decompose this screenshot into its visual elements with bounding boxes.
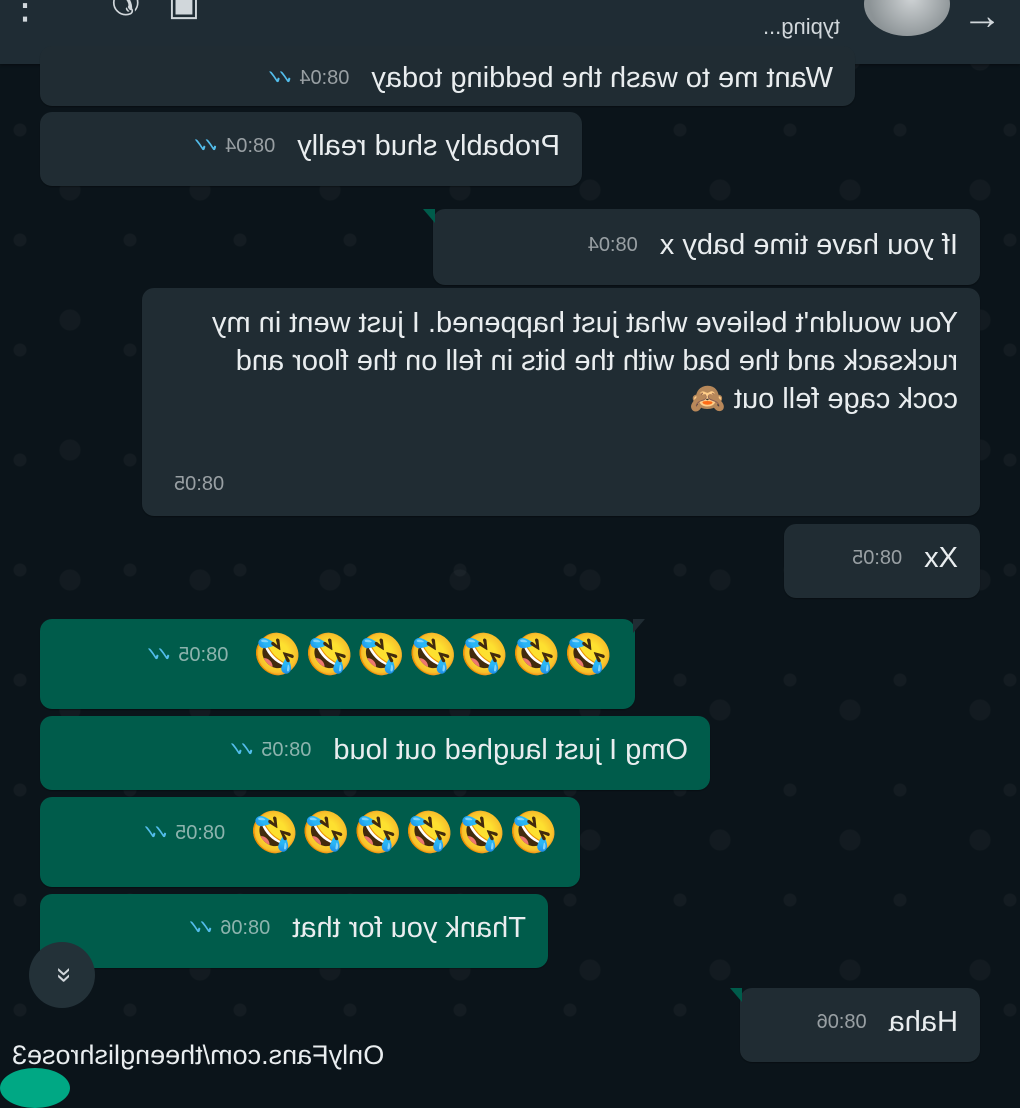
read-ticks-icon: ✓✓	[147, 822, 170, 844]
mirrored-chat-screen: ← typing... ▣ ✆ ⋮ Want me to wash the be…	[0, 0, 1020, 1108]
read-ticks-icon: ✓✓	[197, 135, 220, 157]
message-text: Xx	[924, 542, 958, 574]
double-chevron-down-icon: »	[46, 967, 78, 983]
message-bubble[interactable]: You wouldn't believe what just happened.…	[142, 288, 980, 516]
message-meta: 08:05✓✓	[147, 822, 226, 844]
message-bubble[interactable]: Want me to wash the bedding today 08:04✓…	[40, 46, 855, 106]
message-bubble[interactable]: Omg I just laughed out loud 08:05✓✓	[40, 716, 710, 790]
message-meta: 08:05	[852, 547, 903, 569]
message-bubble[interactable]: If you have time baby x 08:04	[433, 209, 980, 285]
watermark-text: OnlyFans.com/theenglishrose3	[12, 1040, 385, 1070]
message-meta: 08:04✓✓	[271, 67, 350, 89]
scroll-to-bottom-button[interactable]: »	[29, 942, 95, 1008]
read-ticks-icon: ✓✓	[233, 739, 256, 761]
contact-avatar[interactable]	[864, 0, 950, 36]
read-ticks-icon: ✓✓	[271, 67, 294, 89]
typing-status: typing...	[762, 14, 840, 39]
message-text: 🤣🤣🤣🤣🤣🤣🤣	[250, 633, 613, 677]
read-ticks-icon: ✓✓	[150, 644, 173, 666]
message-text: You wouldn't believe what just happened.…	[203, 307, 958, 415]
message-bubble[interactable]: 🤣🤣🤣🤣🤣🤣🤣 08:05✓✓	[40, 619, 635, 709]
read-ticks-icon: ✓✓	[192, 917, 215, 939]
message-text: If you have time baby x	[659, 229, 958, 261]
message-meta: 08:05✓✓	[233, 739, 312, 761]
message-bubble[interactable]: Xx 08:05	[784, 524, 980, 598]
message-text: Probably shud really	[297, 130, 560, 162]
message-text: Want me to wash the bedding today	[371, 62, 833, 94]
message-bubble[interactable]: Haha 08:06	[740, 988, 980, 1062]
message-text: Thank you for that	[292, 912, 526, 944]
back-arrow-icon[interactable]: ←	[962, 0, 1002, 39]
message-bubble[interactable]: Probably shud really 08:04✓✓	[40, 112, 582, 186]
voice-call-icon[interactable]: ✆	[112, 0, 141, 24]
message-meta: 08:05✓✓	[150, 644, 229, 666]
floating-action-button-edge[interactable]	[0, 1068, 70, 1108]
video-call-icon[interactable]: ▣	[168, 0, 200, 24]
message-meta: 08:04✓✓	[197, 135, 276, 157]
message-meta: 08:05	[174, 473, 225, 495]
more-options-icon[interactable]: ⋮	[5, 0, 45, 28]
message-meta: 08:06✓✓	[192, 917, 271, 939]
message-bubble[interactable]: Thank you for that 08:06✓✓	[40, 894, 548, 968]
message-text: 🤣🤣🤣🤣🤣🤣	[247, 811, 558, 855]
message-meta: 08:06	[816, 1011, 867, 1033]
message-bubble[interactable]: 🤣🤣🤣🤣🤣🤣 08:05✓✓	[40, 797, 580, 887]
message-text: Haha	[888, 1006, 958, 1038]
message-text: Omg I just laughed out loud	[333, 734, 688, 766]
message-meta: 08:04	[587, 234, 638, 256]
